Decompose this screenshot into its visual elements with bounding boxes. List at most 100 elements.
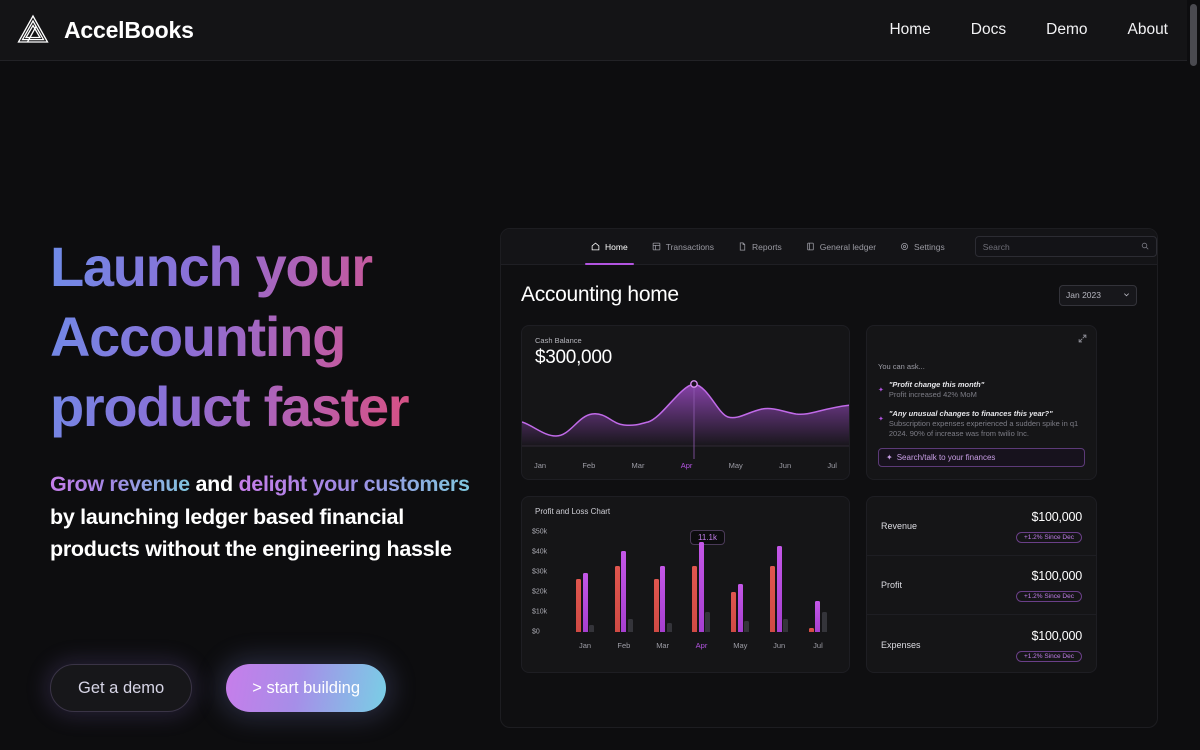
- ai-answer: Subscription expenses experienced a sudd…: [888, 419, 1079, 438]
- metric-value: $100,000: [1031, 628, 1082, 643]
- nav-item-demo[interactable]: Demo: [1046, 21, 1087, 39]
- bar-group: [725, 522, 755, 632]
- y-tick: $50k: [532, 528, 548, 536]
- x-label: Jul: [827, 461, 837, 470]
- ai-assistant-card: You can ask... ✦ "Profit change this mon…: [866, 325, 1097, 480]
- site-header: AccelBooks Home Docs Demo About: [0, 0, 1200, 61]
- app-body: Accounting home Jan 2023 Cash Balance $3…: [501, 265, 1157, 673]
- ai-suggestion-item[interactable]: ✦ "Any unusual changes to finances this …: [878, 409, 1085, 439]
- ai-search-input[interactable]: ✦ Search/talk to your finances: [878, 448, 1085, 467]
- profit-loss-card: Profit and Loss Chart $50k $40k $30k $20…: [521, 496, 850, 673]
- x-label: Mar: [656, 641, 670, 650]
- status-badge: +1.2% Since Dec: [1015, 650, 1082, 662]
- metric-value: $100,000: [1031, 569, 1082, 583]
- metric-name: Expenses: [881, 639, 921, 650]
- dashboard-grid: Cash Balance $300,000 Jan Feb Mar Apr Ma…: [521, 325, 1137, 673]
- get-a-demo-button[interactable]: Get a demo: [50, 664, 193, 712]
- cash-balance-card: Cash Balance $300,000 Jan Feb Mar Apr Ma…: [521, 325, 850, 480]
- bar-group: [803, 522, 833, 632]
- hero-subtitle-plain-2: by launching ledger based financial prod…: [50, 504, 452, 562]
- cash-balance-area-chart: [522, 380, 849, 459]
- y-tick: $10k: [532, 608, 548, 616]
- chevron-down-icon: [1123, 290, 1130, 300]
- x-label: Mar: [631, 461, 645, 470]
- app-tab-settings[interactable]: Settings: [888, 229, 957, 265]
- bar-group: [570, 522, 600, 632]
- search-icon: [1141, 242, 1149, 252]
- page-scrollbar[interactable]: [1187, 0, 1200, 750]
- nav-item-home[interactable]: Home: [889, 21, 930, 39]
- hero-subtitle-accent-2: delight your customers: [238, 472, 470, 496]
- x-label: Jul: [813, 641, 823, 650]
- metric-value: $100,000: [1031, 510, 1082, 524]
- metric-row: Profit $100,000 +1.2% Since Dec: [867, 556, 1096, 615]
- ai-search-label: Search/talk to your finances: [896, 453, 996, 462]
- metric-row: Revenue $100,000 +1.2% Since Dec: [867, 497, 1096, 556]
- scrollbar-thumb[interactable]: [1190, 4, 1197, 66]
- metric-row: Expenses $100,000 +1.2% Since Dec: [867, 615, 1096, 672]
- hero-actions: Get a demo > start building: [50, 664, 386, 712]
- document-icon: [738, 242, 747, 251]
- ai-question: "Any unusual changes to finances this ye…: [888, 409, 1053, 418]
- app-tab-general-ledger[interactable]: General ledger: [794, 229, 888, 265]
- hero-subtitle: Grow revenue and delight your customers …: [50, 468, 470, 566]
- ai-suggestion-item[interactable]: ✦ "Profit change this month" Profit incr…: [878, 380, 1085, 400]
- bar-group: [648, 522, 678, 632]
- metrics-card: Revenue $100,000 +1.2% Since Dec Profit …: [866, 496, 1097, 673]
- y-tick: $30k: [532, 568, 548, 576]
- app-search-input[interactable]: Search: [974, 236, 1157, 257]
- list-icon: [652, 242, 661, 251]
- y-tick: $40k: [532, 548, 548, 556]
- app-tab-reports[interactable]: Reports: [726, 229, 794, 265]
- penrose-triangle-logo-icon: [16, 13, 50, 47]
- x-label-highlight: Apr: [680, 461, 693, 470]
- hero-section: Launch your Accounting product faster Gr…: [50, 232, 470, 566]
- x-label: May: [733, 641, 748, 650]
- period-select-value: Jan 2023: [1066, 290, 1101, 300]
- status-badge: +1.2% Since Dec: [1015, 591, 1082, 602]
- sparkle-icon: ✦: [878, 416, 884, 423]
- brand[interactable]: AccelBooks: [16, 13, 194, 47]
- cash-balance-value: $300,000: [535, 347, 612, 368]
- ai-question: "Profit change this month": [888, 380, 985, 389]
- app-tab-home[interactable]: Home: [579, 229, 640, 265]
- app-tab-transactions[interactable]: Transactions: [640, 229, 726, 265]
- hero-subtitle-accent-1: Grow revenue: [50, 472, 190, 496]
- nav-item-docs[interactable]: Docs: [971, 21, 1006, 39]
- app-screenshot-mockup: Home Transactions Reports General ledger…: [500, 228, 1158, 728]
- y-tick: $20k: [532, 588, 548, 596]
- profit-loss-x-axis: Jan Feb Mar Apr May Jun Jul: [570, 641, 833, 650]
- page-title: Accounting home: [521, 283, 679, 306]
- nav-item-about[interactable]: About: [1127, 21, 1168, 39]
- book-icon: [806, 242, 815, 251]
- bar-group: [609, 522, 639, 632]
- metric-name: Profit: [881, 580, 903, 590]
- expand-icon[interactable]: [1078, 334, 1087, 345]
- brand-name: AccelBooks: [64, 16, 194, 43]
- sparkle-icon: ✦: [886, 453, 893, 462]
- x-label: Jan: [578, 641, 592, 650]
- profit-loss-title: Profit and Loss Chart: [535, 507, 611, 516]
- bar-groups: [570, 522, 833, 632]
- metric-name: Revenue: [881, 521, 918, 531]
- x-label: Jun: [779, 461, 792, 470]
- x-label: Feb: [617, 641, 631, 650]
- app-tab-reports-label: Reports: [752, 241, 782, 252]
- status-badge: +1.2% Since Dec: [1015, 532, 1082, 543]
- hero-subtitle-plain-1: and: [189, 472, 239, 496]
- app-tab-home-label: Home: [605, 241, 628, 252]
- x-label-highlight: Apr: [695, 641, 708, 650]
- app-tab-transactions-label: Transactions: [665, 241, 715, 252]
- home-icon: [591, 242, 600, 251]
- x-label: Feb: [582, 461, 596, 470]
- start-building-button[interactable]: > start building: [226, 664, 386, 712]
- ai-hint: You can ask...: [878, 362, 925, 371]
- x-label: Jun: [773, 641, 786, 650]
- x-label: May: [728, 461, 743, 470]
- app-tab-general-ledger-label: General ledger: [819, 241, 877, 252]
- app-header-row: Accounting home Jan 2023: [521, 283, 1137, 307]
- app-topbar: Home Transactions Reports General ledger…: [501, 229, 1157, 265]
- hero-title: Launch your Accounting product faster: [50, 232, 470, 442]
- main-nav: Home Docs Demo About: [889, 21, 1168, 39]
- period-select[interactable]: Jan 2023: [1059, 284, 1137, 306]
